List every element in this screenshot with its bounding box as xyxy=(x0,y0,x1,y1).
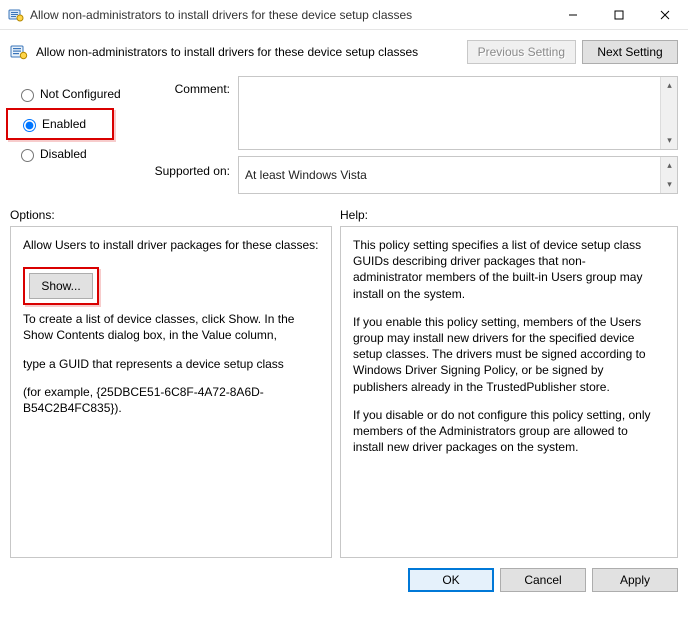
radio-enabled[interactable]: Enabled xyxy=(12,110,112,138)
radio-not-configured-label: Not Configured xyxy=(40,87,121,101)
maximize-button[interactable] xyxy=(596,0,642,30)
previous-setting-button[interactable]: Previous Setting xyxy=(467,40,576,64)
radio-enabled-label: Enabled xyxy=(42,117,86,131)
enabled-highlight: Enabled xyxy=(6,108,114,140)
window-controls xyxy=(550,0,688,30)
radio-disabled[interactable]: Disabled xyxy=(10,140,148,168)
help-panel: This policy setting specifies a list of … xyxy=(340,226,678,558)
help-p1: This policy setting specifies a list of … xyxy=(353,237,655,302)
help-label: Help: xyxy=(340,208,368,222)
policy-icon xyxy=(10,43,28,61)
policy-title-icon xyxy=(8,7,24,23)
supported-on-label: Supported on: xyxy=(148,150,238,194)
radio-enabled-input[interactable] xyxy=(23,119,36,132)
next-setting-button[interactable]: Next Setting xyxy=(582,40,678,64)
options-instr1: To create a list of device classes, clic… xyxy=(23,311,319,343)
options-example: (for example, {25DBCE51-6C8F-4A72-8A6D-B… xyxy=(23,384,319,416)
scroll-up-icon[interactable]: ▴ xyxy=(661,157,678,174)
header-row: Allow non-administrators to install driv… xyxy=(0,30,688,76)
help-p3: If you disable or do not configure this … xyxy=(353,407,655,456)
mid-labels: Options: Help: xyxy=(0,194,688,226)
radio-not-configured[interactable]: Not Configured xyxy=(10,80,148,108)
radio-disabled-label: Disabled xyxy=(40,147,87,161)
supported-scrollbar[interactable]: ▴ ▾ xyxy=(660,157,677,193)
policy-title: Allow non-administrators to install driv… xyxy=(36,45,461,59)
scroll-down-icon[interactable]: ▾ xyxy=(661,176,678,193)
footer-buttons: OK Cancel Apply xyxy=(0,558,688,592)
cancel-button[interactable]: Cancel xyxy=(500,568,586,592)
close-button[interactable] xyxy=(642,0,688,30)
options-instr2: type a GUID that represents a device set… xyxy=(23,356,319,372)
supported-on-text: At least Windows Vista xyxy=(245,168,367,182)
comment-textarea[interactable]: ▴ ▾ xyxy=(238,76,678,150)
radio-not-configured-input[interactable] xyxy=(21,89,34,102)
radio-disabled-input[interactable] xyxy=(21,149,34,162)
ok-button[interactable]: OK xyxy=(408,568,494,592)
minimize-button[interactable] xyxy=(550,0,596,30)
supported-on-box: At least Windows Vista ▴ ▾ xyxy=(238,156,678,194)
title-bar: Allow non-administrators to install driv… xyxy=(0,0,688,30)
panels: Allow Users to install driver packages f… xyxy=(0,226,688,558)
options-panel: Allow Users to install driver packages f… xyxy=(10,226,332,558)
scroll-up-icon[interactable]: ▴ xyxy=(661,77,678,94)
window-title: Allow non-administrators to install driv… xyxy=(30,8,550,22)
help-p2: If you enable this policy setting, membe… xyxy=(353,314,655,395)
comment-scrollbar[interactable]: ▴ ▾ xyxy=(660,77,677,149)
options-label: Options: xyxy=(10,208,340,222)
state-radios: Not Configured Enabled Disabled xyxy=(10,76,148,194)
show-highlight: Show... xyxy=(23,267,99,305)
options-intro: Allow Users to install driver packages f… xyxy=(23,237,319,253)
show-button[interactable]: Show... xyxy=(29,273,93,299)
apply-button[interactable]: Apply xyxy=(592,568,678,592)
comment-label: Comment: xyxy=(148,76,238,150)
top-grid: Not Configured Enabled Disabled Comment:… xyxy=(0,76,688,194)
scroll-down-icon[interactable]: ▾ xyxy=(661,132,678,149)
